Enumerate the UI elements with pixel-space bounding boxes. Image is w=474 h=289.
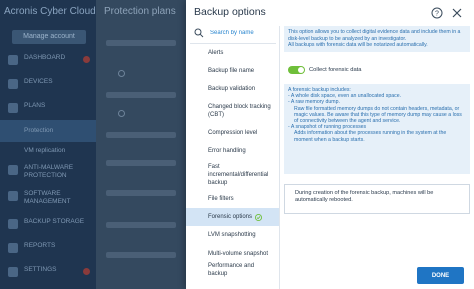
nav-protection: Protection [0, 120, 96, 142]
close-icon[interactable] [450, 6, 464, 20]
option-file-filters[interactable]: File filters [186, 190, 279, 208]
collect-forensic-toggle[interactable] [288, 66, 305, 74]
toggle-knob [298, 67, 304, 73]
dialog-header: Backup options ? [186, 0, 474, 26]
nav-backup-storage: BACKUP STORAGE [0, 214, 96, 236]
collect-forensic-row: Collect forensic data [288, 64, 468, 76]
option-alerts[interactable]: Alerts [186, 44, 279, 62]
options-list: Alerts Backup file name Backup validatio… [186, 44, 279, 277]
nav-vm-replication: VM replication [24, 147, 66, 154]
devices-icon [8, 79, 18, 89]
bg-placeholder-row [106, 160, 176, 166]
search-input[interactable] [210, 26, 276, 40]
desc-processes-detail: Adds information about the processes run… [294, 130, 447, 143]
search-box[interactable] [190, 26, 278, 40]
reboot-note: During creation of the forensic backup, … [284, 184, 470, 214]
alert-badge [83, 56, 90, 63]
option-backup-file-name[interactable]: Backup file name [186, 62, 279, 80]
manage-account-button: Manage account [12, 30, 86, 44]
background-main: Protection plans [96, 0, 186, 289]
plans-icon [8, 103, 18, 113]
nav-plans: PLANS [0, 98, 96, 120]
option-fast-incremental[interactable]: Fast incremental/differential backup [186, 160, 279, 190]
forensic-info-box: This option allows you to collect digita… [284, 26, 470, 52]
options-list-pane: Alerts Backup file name Backup validatio… [186, 26, 280, 289]
page-title: Protection plans [104, 6, 176, 17]
shield-icon [8, 165, 18, 175]
storage-icon [8, 219, 18, 229]
bg-placeholder-row [106, 190, 176, 196]
software-icon [8, 191, 18, 201]
search-icon [194, 28, 204, 38]
bg-placeholder-row [106, 92, 176, 98]
background-sidebar: Acronis Cyber Cloud Manage account DASHB… [0, 0, 96, 289]
bg-placeholder-row [106, 252, 176, 258]
forensic-description: A forensic backup includes: - A whole di… [284, 84, 470, 174]
bg-placeholder-row [106, 132, 176, 138]
option-backup-validation[interactable]: Backup validation [186, 80, 279, 98]
nav-anti-malware: ANTI-MALWARE PROTECTION [0, 160, 96, 182]
dashboard-icon [8, 55, 18, 65]
nav-software: SOFTWARE MANAGEMENT [0, 186, 96, 208]
nav-settings: SETTINGS [0, 262, 96, 284]
option-compression-level[interactable]: Compression level [186, 124, 279, 142]
nav-dashboard: DASHBOARD [0, 50, 96, 72]
svg-text:?: ? [435, 11, 439, 18]
option-multi-volume-snapshot[interactable]: Multi-volume snapshot [186, 244, 279, 264]
check-circle-icon [255, 213, 263, 221]
option-cbt[interactable]: Changed block tracking (CBT) [186, 98, 279, 124]
nav-reports: REPORTS [0, 238, 96, 260]
option-details-pane: This option allows you to collect digita… [284, 26, 470, 264]
help-circle-icon[interactable]: ? [430, 6, 444, 20]
backup-options-dialog: Backup options ? Alerts Backup file name… [186, 0, 474, 289]
option-forensic-options[interactable]: Forensic options [186, 208, 279, 226]
nav-devices: DEVICES [0, 74, 96, 96]
brand-logo: Acronis Cyber Cloud [4, 6, 96, 17]
option-performance[interactable]: Performance and backup [186, 263, 279, 277]
toggle-label: Collect forensic data [309, 67, 362, 73]
option-lvm-snapshotting[interactable]: LVM snapshotting [186, 226, 279, 244]
info-text: This option allows you to collect digita… [288, 29, 461, 42]
gear-icon [8, 267, 18, 277]
bg-placeholder-row [106, 222, 176, 228]
option-error-handling[interactable]: Error handling [186, 142, 279, 160]
done-button[interactable]: DONE [417, 267, 464, 284]
reports-icon [8, 243, 18, 253]
desc-memory-detail: Raw file formatted memory dumps do not c… [294, 105, 462, 125]
dialog-title: Backup options [194, 6, 266, 18]
bg-placeholder-row [106, 40, 176, 46]
alert-badge [83, 268, 90, 275]
info-text-notarized: All backups with forensic data will be n… [288, 42, 428, 48]
bg-radio [118, 110, 125, 117]
bg-radio [118, 70, 125, 77]
